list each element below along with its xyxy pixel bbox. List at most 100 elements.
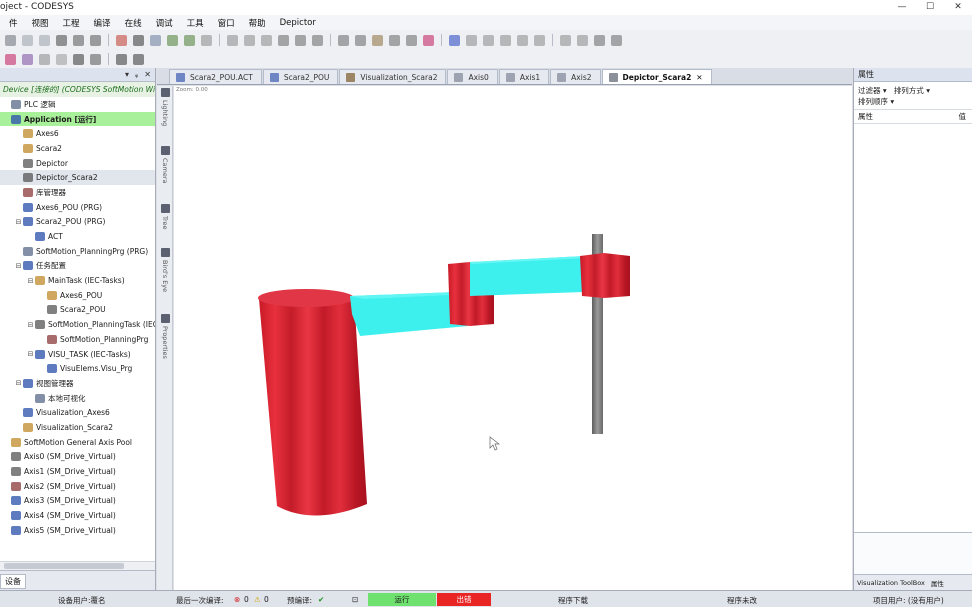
pin-icon[interactable]: ᵩ: [135, 70, 138, 79]
tree-item[interactable]: ⊟ 任务配置: [0, 259, 155, 274]
toolbar-icon-1[interactable]: [22, 34, 33, 46]
toolbar-icon-2[interactable]: [39, 34, 50, 46]
toolbar2-icon-1[interactable]: [22, 53, 33, 65]
toolbar-icon-17[interactable]: [312, 34, 323, 46]
tree-item[interactable]: VisuElems.Visu_Prg: [0, 361, 155, 376]
toolbar-icon-21[interactable]: [389, 34, 400, 46]
expand-toggle-icon[interactable]: ⊟: [15, 218, 22, 226]
side-tab[interactable]: Tree: [158, 204, 172, 230]
toolbar-icon-29[interactable]: [534, 34, 545, 46]
tree-item[interactable]: Axis2 (SM_Drive_Virtual): [0, 479, 155, 494]
tree-item[interactable]: 库管理器: [0, 185, 155, 200]
minimize-button[interactable]: —: [888, 0, 916, 15]
toolbar2-icon-7[interactable]: [133, 53, 144, 65]
tree-item[interactable]: Scara2_POU: [0, 303, 155, 318]
device-node[interactable]: Device [连接的] (CODESYS SoftMotion Win V: [0, 82, 155, 97]
editor-tab[interactable]: Scara2_POU: [262, 69, 339, 84]
menu-item-1[interactable]: 视图: [25, 17, 56, 29]
toolbar-icon-22[interactable]: [406, 34, 417, 46]
tree-item[interactable]: Depictor_Scara2: [0, 170, 155, 186]
menu-item-8[interactable]: 帮助: [242, 17, 273, 29]
toolbar-icon-30[interactable]: [560, 34, 571, 46]
toolbar-icon-31[interactable]: [577, 34, 588, 46]
editor-tab[interactable]: Depictor_Scara2 ✕: [601, 69, 712, 84]
tree-item[interactable]: ⊟ Scara2_POU (PRG): [0, 215, 155, 230]
horizontal-scrollbar[interactable]: [0, 561, 155, 570]
tree-item[interactable]: Axes6: [0, 126, 155, 141]
tree-item[interactable]: Depictor: [0, 156, 155, 171]
tree-item[interactable]: SoftMotion_PlanningPrg (PRG): [0, 244, 155, 259]
tab-visualization-toolbox[interactable]: Visualization ToolBox: [854, 579, 928, 587]
tree-item[interactable]: ⊟ MainTask (IEC-Tasks): [0, 273, 155, 288]
toolbar-icon-0[interactable]: [5, 34, 16, 46]
editor-tab[interactable]: Axis1: [498, 69, 550, 84]
tree-item[interactable]: Visualization_Scara2: [0, 420, 155, 435]
tab-properties[interactable]: 属性: [928, 578, 947, 588]
toolbar2-icon-6[interactable]: [116, 53, 127, 65]
side-tab[interactable]: Properties: [158, 314, 172, 359]
toolbar-icon-18[interactable]: [338, 34, 349, 46]
toolbar-icon-19[interactable]: [355, 34, 366, 46]
toolbar-icon-6[interactable]: [116, 34, 127, 46]
menu-item-5[interactable]: 调试: [149, 17, 180, 29]
toolbar-icon-16[interactable]: [295, 34, 306, 46]
tree-item[interactable]: Axes6_POU: [0, 288, 155, 303]
editor-tab[interactable]: Axis2: [550, 69, 601, 84]
tab-close-icon[interactable]: ✕: [696, 73, 702, 82]
filter-dropdown[interactable]: 过滤器 ▾: [858, 86, 887, 95]
toolbar-icon-8[interactable]: [150, 34, 161, 46]
toolbar-icon-12[interactable]: [227, 34, 238, 46]
tree-item[interactable]: Axis4 (SM_Drive_Virtual): [0, 508, 155, 523]
toolbar-icon-3[interactable]: [56, 34, 67, 46]
editor-tab[interactable]: Visualization_Scara2: [339, 69, 447, 84]
toolbar-icon-11[interactable]: [201, 34, 212, 46]
expand-toggle-icon[interactable]: ⊟: [27, 277, 34, 285]
toolbar-icon-24[interactable]: [449, 34, 460, 46]
side-tab[interactable]: Lighting: [158, 88, 172, 126]
editor-tab[interactable]: Scara2_POU.ACT: [169, 69, 262, 84]
toolbar-icon-28[interactable]: [517, 34, 528, 46]
tree-item[interactable]: Visualization_Axes6: [0, 405, 155, 420]
toolbar2-icon-0[interactable]: [5, 53, 16, 65]
tree-item[interactable]: ⊟ 视图管理器: [0, 376, 155, 391]
expand-toggle-icon[interactable]: ⊟: [27, 321, 34, 329]
tree-item[interactable]: SoftMotion_PlanningPrg: [0, 332, 155, 347]
toolbar2-icon-4[interactable]: [73, 53, 84, 65]
toolbar-icon-7[interactable]: [133, 34, 144, 46]
tree-item[interactable]: Axis3 (SM_Drive_Virtual): [0, 494, 155, 509]
maximize-button[interactable]: ☐: [916, 0, 944, 15]
expand-toggle-icon[interactable]: ⊟: [15, 262, 22, 270]
menu-item-4[interactable]: 在线: [118, 17, 149, 29]
toolbar-icon-20[interactable]: [372, 34, 383, 46]
tree-item[interactable]: ACT: [0, 229, 155, 244]
toolbar2-icon-5[interactable]: [90, 53, 101, 65]
tree-item[interactable]: Application [运行]: [0, 111, 155, 127]
sort-by-dropdown[interactable]: 排列方式 ▾: [894, 86, 930, 95]
tree-item[interactable]: Axis1 (SM_Drive_Virtual): [0, 464, 155, 479]
tree-item[interactable]: ⊟ VISU_TASK (IEC-Tasks): [0, 347, 155, 362]
toolbar-icon-32[interactable]: [594, 34, 605, 46]
menu-item-6[interactable]: 工具: [180, 17, 211, 29]
tree-item[interactable]: 本地可视化: [0, 391, 155, 406]
toolbar-icon-33[interactable]: [611, 34, 622, 46]
tree-item[interactable]: Scara2: [0, 141, 155, 156]
toolbar2-icon-2[interactable]: [39, 53, 50, 65]
menu-item-9[interactable]: Depictor: [273, 18, 323, 28]
menu-item-2[interactable]: 工程: [56, 17, 87, 29]
expand-toggle-icon[interactable]: ⊟: [27, 350, 34, 358]
toolbar-icon-10[interactable]: [184, 34, 195, 46]
menu-item-0[interactable]: 件: [2, 17, 25, 29]
tab-devices[interactable]: 设备: [0, 574, 26, 589]
menu-item-7[interactable]: 窗口: [211, 17, 242, 29]
sort-order-dropdown[interactable]: 排列顺序 ▾: [858, 97, 894, 106]
close-button[interactable]: ✕: [944, 0, 972, 15]
tree-item[interactable]: ⊟ SoftMotion_PlanningTask (IEC-T: [0, 317, 155, 332]
side-tab[interactable]: Bird's Eye: [158, 248, 172, 292]
dropdown-icon[interactable]: ▾: [125, 70, 129, 79]
side-tab[interactable]: Camera: [158, 146, 172, 184]
toolbar-icon-5[interactable]: [90, 34, 101, 46]
expand-toggle-icon[interactable]: ⊟: [15, 379, 22, 387]
menu-item-3[interactable]: 编译: [87, 17, 118, 29]
tree-item[interactable]: Axes6_POU (PRG): [0, 200, 155, 215]
depictor-3d-view[interactable]: Zoom: 0.00: [174, 86, 852, 590]
